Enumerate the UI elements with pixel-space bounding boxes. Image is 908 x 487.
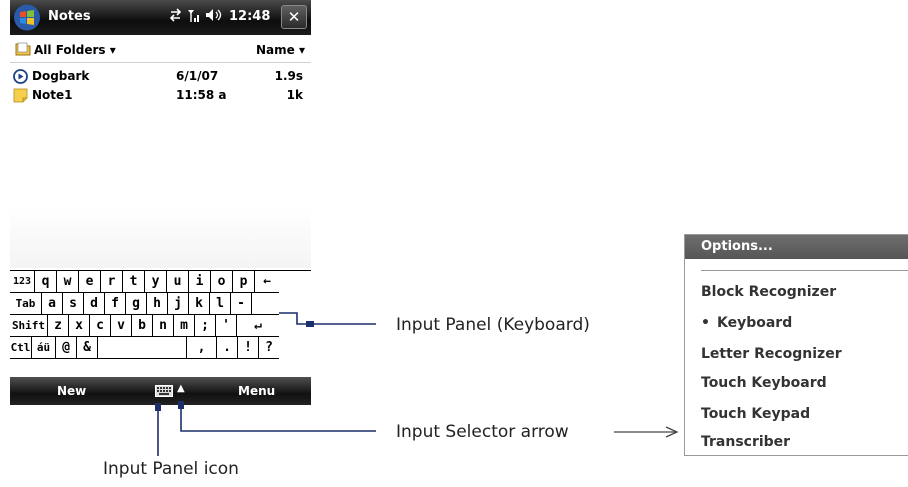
input-panel-callout-label: Input Panel (Keyboard) — [396, 315, 590, 335]
input-selector-callout-marker — [178, 401, 184, 409]
option-letter-recognizer[interactable]: Letter Recognizer — [701, 346, 842, 362]
options-divider — [701, 270, 908, 271]
input-panel-callout-marker — [306, 321, 314, 327]
option-block-recognizer[interactable]: Block Recognizer — [701, 284, 836, 300]
option-keyboard[interactable]: Keyboard — [717, 315, 792, 331]
options-menu-header[interactable]: Options... — [685, 235, 908, 259]
input-selector-callout-label: Input Selector arrow — [396, 422, 569, 442]
input-method-options-menu: Options... Block Recognizer • Keyboard L… — [684, 234, 908, 456]
input-selector-callout-line — [180, 404, 376, 432]
input-panel-icon-callout-label: Input Panel icon — [103, 459, 239, 479]
option-touch-keypad[interactable]: Touch Keypad — [701, 406, 810, 422]
input-panel-icon-callout-marker — [155, 403, 161, 411]
input-panel-callout-line — [279, 312, 376, 325]
option-transcriber[interactable]: Transcriber — [701, 434, 790, 450]
selected-bullet-icon: • — [701, 315, 710, 331]
option-touch-keyboard[interactable]: Touch Keyboard — [701, 375, 827, 391]
